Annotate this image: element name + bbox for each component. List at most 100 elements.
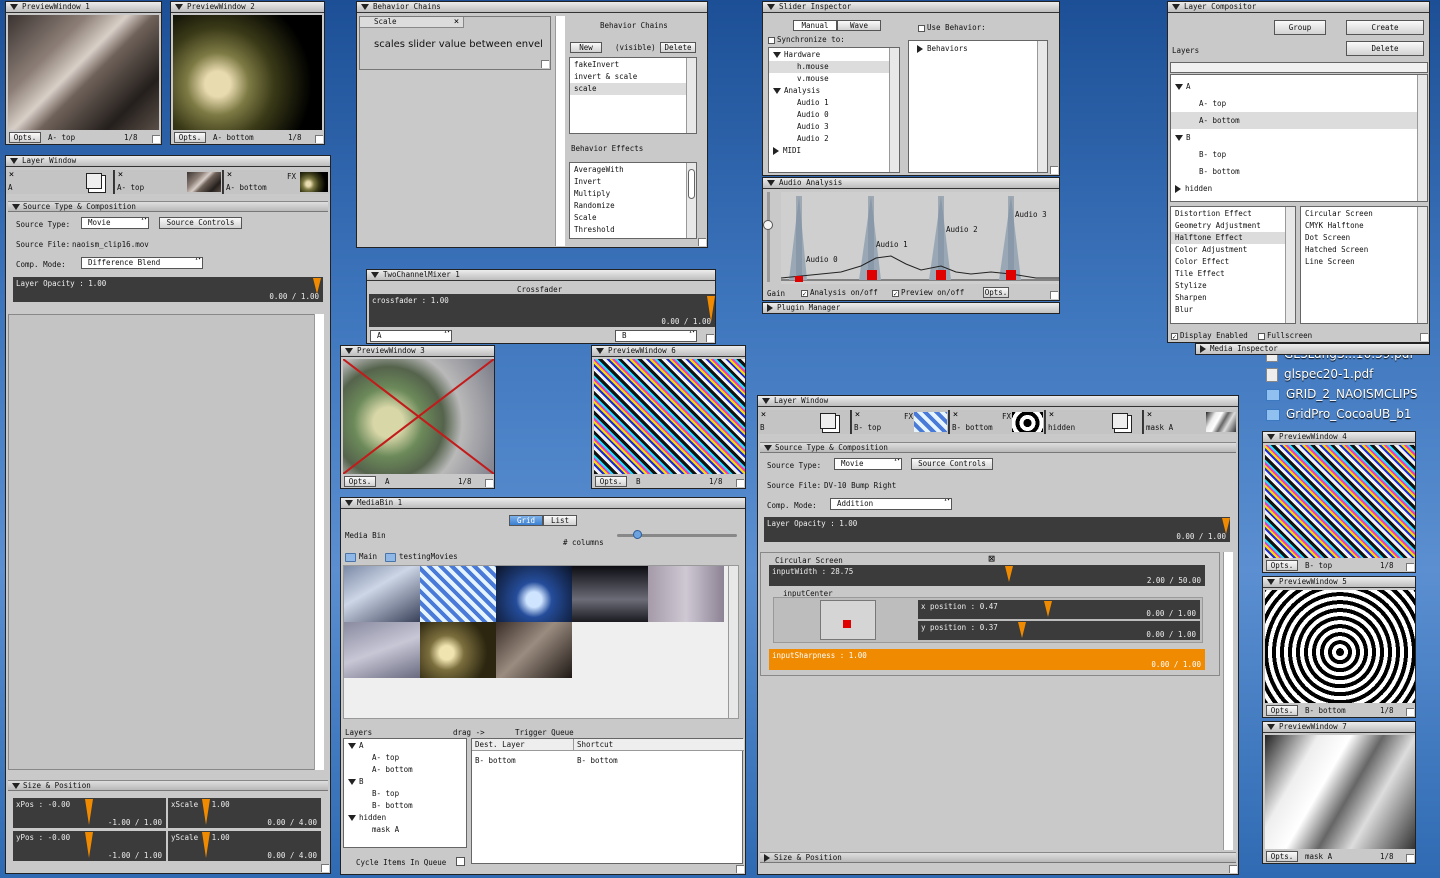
tree-item[interactable]: A xyxy=(344,740,456,752)
media-clip[interactable] xyxy=(344,622,420,678)
group-button[interactable]: Group xyxy=(1274,20,1326,35)
source-type-select[interactable]: Movie xyxy=(81,217,149,229)
media-clip[interactable] xyxy=(496,622,572,678)
tree-item[interactable]: mask A xyxy=(344,824,456,836)
input-center-pad[interactable] xyxy=(820,600,876,640)
tree-item[interactable]: B- bottom xyxy=(1171,163,1417,180)
resize-grip-icon[interactable] xyxy=(1050,166,1058,174)
expanded-triangle-icon[interactable] xyxy=(348,815,356,821)
tree-item[interactable]: Audio 3 xyxy=(769,121,889,133)
collapse-triangle-icon[interactable] xyxy=(1172,4,1180,10)
tree-item[interactable]: A- top xyxy=(1171,95,1417,112)
tree-item[interactable]: A- bottom xyxy=(344,764,456,776)
layer-tab-b[interactable]: × B xyxy=(758,410,851,434)
section-size-position[interactable]: Size & Position xyxy=(760,852,1236,863)
collapse-triangle-icon[interactable] xyxy=(361,4,369,10)
fullscreen-checkbox[interactable]: Fullscreen xyxy=(1258,331,1312,340)
disclosure-triangle-icon[interactable] xyxy=(12,204,20,210)
behaviors-scrollbar[interactable] xyxy=(1037,41,1047,172)
collapse-triangle-icon[interactable] xyxy=(1267,724,1275,730)
effect-item[interactable]: AverageWith xyxy=(570,164,696,176)
collapse-triangle-icon[interactable] xyxy=(767,4,775,10)
effect-list-item[interactable]: Blur xyxy=(1171,304,1285,316)
effect-list-item[interactable]: Geometry Adjustment xyxy=(1171,220,1285,232)
folder-testing-movies[interactable]: testingMovies xyxy=(385,552,458,562)
preview-window-title[interactable]: PreviewWindow 7 xyxy=(1263,722,1415,733)
disclosure-triangle-icon[interactable] xyxy=(12,783,20,789)
create-button[interactable]: Create xyxy=(1346,20,1424,35)
slider-inspector-title[interactable]: Slider Inspector xyxy=(763,2,1059,13)
resize-grip-icon[interactable] xyxy=(1050,291,1058,299)
close-tab-icon[interactable]: × xyxy=(759,411,768,420)
delete-chain-button[interactable]: Delete xyxy=(660,42,696,53)
close-tab-icon[interactable]: × xyxy=(116,171,125,180)
x-position-slider[interactable]: x position : 0.47 0.00 / 1.00 xyxy=(918,600,1200,619)
opts-button[interactable]: Opts. xyxy=(174,132,206,143)
close-tab-icon[interactable]: × xyxy=(951,411,960,420)
collapse-triangle-icon[interactable] xyxy=(596,348,604,354)
collapsed-triangle-icon[interactable] xyxy=(773,147,779,155)
close-tab-icon[interactable]: × xyxy=(1047,411,1056,420)
preview-window-title[interactable]: PreviewWindow 6 xyxy=(592,346,745,357)
section-source-type[interactable]: Source Type & Composition xyxy=(8,201,328,212)
plugin-manager-title[interactable]: Plugin Manager xyxy=(763,303,1059,313)
behavior-chain-list[interactable]: fakeInvert invert & scale scale xyxy=(569,57,697,134)
channel-b-select[interactable]: B xyxy=(615,330,697,342)
new-chain-button[interactable]: New xyxy=(570,42,602,53)
effect-list-item[interactable]: Halftone Effect xyxy=(1171,232,1285,244)
ypos-slider[interactable]: yPos : -0.00 -1.00 / 1.00 xyxy=(13,831,166,861)
slider-handle[interactable] xyxy=(202,832,210,858)
media-bin-title[interactable]: MediaBin 1 xyxy=(341,498,745,509)
effect-item[interactable]: Threshold xyxy=(570,224,696,236)
layer-compositor-title[interactable]: Layer Compositor xyxy=(1168,2,1429,13)
chain-item[interactable]: invert & scale xyxy=(570,71,696,83)
resize-grip-icon[interactable] xyxy=(736,865,744,873)
effect-list-item[interactable]: Color Adjustment xyxy=(1171,244,1285,256)
resize-grip-icon[interactable] xyxy=(485,479,493,487)
tree-item[interactable]: v.mouse xyxy=(769,73,889,85)
effect-list-item[interactable]: Sharpen xyxy=(1171,292,1285,304)
gain-knob[interactable] xyxy=(763,220,773,230)
effect-list-item[interactable]: Tile Effect xyxy=(1171,268,1285,280)
effect-list-item[interactable]: Distortion Effect xyxy=(1171,208,1285,220)
effect-item[interactable]: Randomize xyxy=(570,200,696,212)
layer-tab-a-top[interactable]: × A- top xyxy=(115,170,223,194)
slider-handle[interactable] xyxy=(313,278,321,294)
col-dest-layer[interactable]: Dest. Layer xyxy=(472,739,574,751)
tree-item[interactable]: Audio 1 xyxy=(769,97,889,109)
close-tab-icon[interactable]: × xyxy=(225,171,234,180)
collapse-triangle-icon[interactable] xyxy=(371,272,379,278)
resize-grip-icon[interactable] xyxy=(152,135,160,143)
fx-badge[interactable]: FX xyxy=(904,412,913,421)
layer-effects-scrollbar[interactable] xyxy=(314,314,324,770)
disclosure-triangle-icon[interactable] xyxy=(764,445,772,451)
opts-button[interactable]: Opts. xyxy=(9,132,41,143)
input-width-slider[interactable]: inputWidth : 28.75 2.00 / 50.00 xyxy=(769,565,1205,586)
media-clip[interactable] xyxy=(648,566,724,622)
checkbox-icon[interactable] xyxy=(1258,332,1265,340)
opts-button[interactable]: Opts. xyxy=(595,476,627,487)
expanded-triangle-icon[interactable] xyxy=(773,88,781,94)
audio-analysis-title[interactable]: Audio Analysis xyxy=(763,178,1059,189)
preview-window-title[interactable]: PreviewWindow 5 xyxy=(1263,577,1415,588)
scroll-thumb[interactable] xyxy=(688,169,695,199)
collapse-triangle-icon[interactable] xyxy=(345,500,353,506)
resize-grip-icon[interactable] xyxy=(541,60,549,68)
tree-item-selected[interactable]: h.mouse xyxy=(769,61,889,73)
yscale-slider[interactable]: yScale : 1.00 0.00 / 4.00 xyxy=(168,831,321,861)
effects-list-scrollbar[interactable] xyxy=(686,163,696,238)
resize-grip-icon[interactable] xyxy=(1406,854,1414,862)
disclosure-triangle-icon[interactable] xyxy=(917,45,923,53)
tree-item[interactable]: A xyxy=(1171,78,1417,95)
col-shortcut[interactable]: Shortcut xyxy=(574,739,744,751)
trigger-queue-table[interactable]: Dest. Layer Shortcut B- bottom B- bottom xyxy=(471,738,744,864)
desktop-file-glspec[interactable]: glspec20-1.pdf xyxy=(1266,367,1373,382)
behaviors-panel[interactable]: Behaviors xyxy=(908,40,1048,173)
list-view-tab[interactable]: List xyxy=(543,515,577,526)
fx-badge[interactable]: FX xyxy=(1002,412,1011,421)
effect-categories-list[interactable]: Blur Sharpen Stylize Tile Effect Color Effec… xyxy=(1170,206,1296,324)
media-clip[interactable] xyxy=(496,566,572,622)
collapse-triangle-icon[interactable] xyxy=(1267,434,1275,440)
desktop-folder-grid2[interactable]: GRID_2_NAOISMCLIPS xyxy=(1266,387,1417,401)
collapsed-triangle-icon[interactable] xyxy=(1175,185,1181,193)
